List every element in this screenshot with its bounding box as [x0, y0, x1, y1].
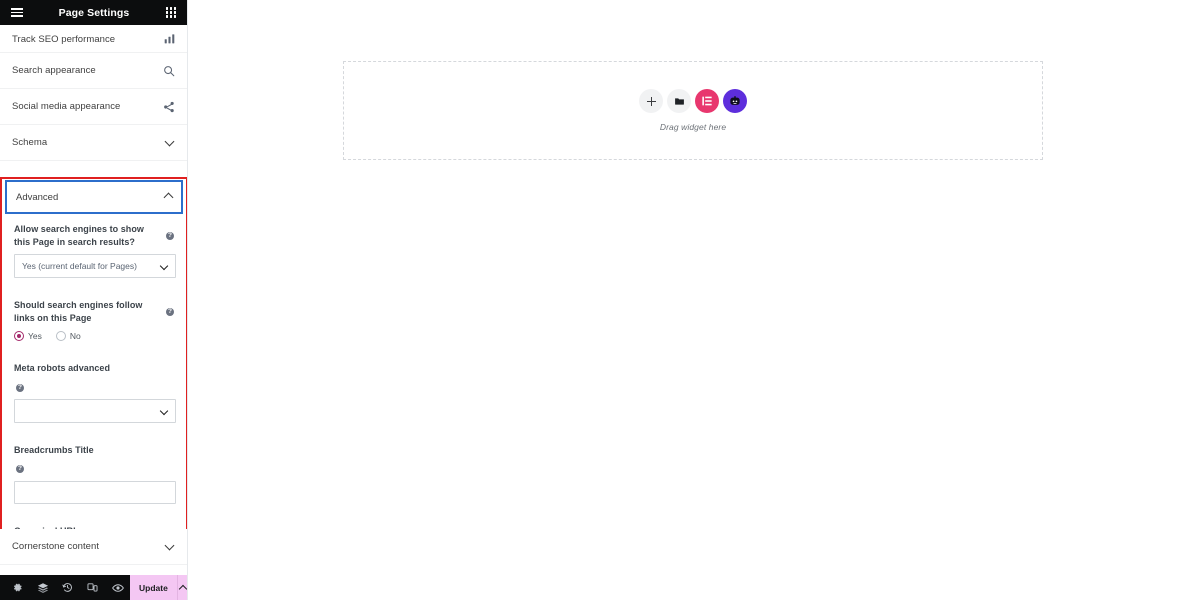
radio-dot-selected — [14, 331, 24, 341]
help-icon[interactable]: ? — [166, 307, 174, 316]
share-icon — [162, 100, 176, 114]
follow-links-radio-group: Yes No — [14, 331, 174, 341]
update-button-label: Update — [139, 582, 168, 593]
field-label: Meta robots advanced — [14, 363, 111, 373]
add-template-button[interactable] — [667, 89, 691, 113]
help-icon[interactable]: ? — [16, 465, 24, 473]
dropzone-label: Drag widget here — [659, 122, 727, 132]
editor-canvas: Drag widget here — [188, 0, 1200, 600]
panel-title: Page Settings — [58, 6, 130, 19]
history-revisions-icon[interactable] — [55, 575, 80, 600]
search-icon — [162, 64, 176, 78]
field-meta-robots-advanced: Meta robots advanced? — [14, 362, 176, 423]
settings-gear-icon[interactable] — [5, 575, 30, 600]
sidebar-item-social-media-appearance[interactable]: Social media appearance — [0, 89, 187, 125]
bar-chart-icon — [162, 31, 176, 45]
radio-follow-links-no[interactable]: No — [55, 331, 81, 341]
update-options-caret[interactable] — [176, 575, 187, 600]
breadcrumbs-title-input[interactable] — [14, 481, 176, 504]
app-root: Page Settings Track SEO performance Sear… — [0, 0, 1200, 600]
radio-dot — [55, 331, 66, 341]
panel-body[interactable]: Track SEO performance Search appearance — [0, 25, 187, 600]
chevron-down-icon — [159, 406, 169, 415]
widget-buttons — [639, 89, 747, 113]
sidebar-item-schema[interactable]: Schema — [0, 125, 187, 161]
plus-icon — [646, 96, 656, 106]
help-icon[interactable]: ? — [166, 231, 174, 240]
folder-icon — [674, 97, 684, 105]
responsive-mode-icon[interactable] — [80, 575, 105, 600]
advanced-section-toggle[interactable]: Advanced — [5, 180, 183, 214]
panel-footer-toolbar: Update — [0, 575, 187, 600]
add-element-button[interactable] — [639, 89, 663, 113]
field-allow-search-engines: Allow search engines to show this Page i… — [14, 223, 176, 278]
update-button[interactable]: Update — [130, 575, 177, 600]
sidebar-item-cornerstone-content[interactable]: Cornerstone content — [0, 529, 187, 565]
ai-robot-icon — [730, 96, 740, 105]
field-label: Should search engines follow links on th… — [14, 300, 143, 323]
radio-follow-links-yes[interactable]: Yes — [14, 331, 42, 341]
ai-assistant-button[interactable] — [723, 89, 747, 113]
chevron-down-icon — [162, 136, 176, 150]
select-value: Yes (current default for Pages) — [22, 261, 137, 271]
field-label: Allow search engines to show this Page i… — [14, 224, 144, 247]
sidebar-item-label: Social media appearance — [12, 101, 121, 112]
radio-label: Yes — [28, 331, 42, 341]
footer-tools — [0, 575, 130, 600]
page-settings-panel: Page Settings Track SEO performance Sear… — [0, 0, 188, 600]
chevron-down-icon — [159, 261, 169, 271]
hamburger-menu-icon[interactable] — [9, 5, 25, 21]
chevron-up-icon — [163, 188, 174, 206]
sidebar-item-label: Track SEO performance — [12, 34, 116, 45]
meta-robots-advanced-select[interactable] — [14, 398, 176, 423]
chevron-down-icon — [162, 540, 176, 554]
grid-apps-icon[interactable] — [163, 5, 179, 21]
field-label: Breadcrumbs Title — [14, 444, 94, 455]
sidebar-item-track-seo-performance[interactable]: Track SEO performance — [0, 25, 187, 53]
elementor-logo-button[interactable] — [695, 89, 719, 113]
sidebar-item-search-appearance[interactable]: Search appearance — [0, 53, 187, 89]
sidebar-item-label: Search appearance — [12, 65, 96, 76]
preview-eye-icon[interactable] — [105, 575, 130, 600]
sidebar-item-label: Cornerstone content — [12, 541, 100, 552]
elementor-logo-icon — [702, 96, 712, 106]
label-wrap: Allow search engines to show this Page i… — [14, 223, 174, 248]
help-icon[interactable]: ? — [16, 383, 24, 392]
allow-search-engines-select[interactable]: Yes (current default for Pages) — [14, 254, 176, 278]
field-breadcrumbs-title: Breadcrumbs Title? — [14, 444, 176, 504]
navigator-layers-icon[interactable] — [30, 575, 55, 600]
radio-label: No — [69, 331, 81, 341]
panel-header: Page Settings — [0, 0, 187, 25]
widget-dropzone[interactable]: Drag widget here — [343, 61, 1043, 160]
field-follow-links: Should search engines follow links on th… — [14, 299, 174, 341]
sidebar-item-label: Schema — [12, 137, 48, 148]
label-wrap: Should search engines follow links on th… — [14, 299, 174, 324]
advanced-section-title: Advanced — [16, 191, 59, 203]
chevron-up-icon — [178, 584, 187, 593]
